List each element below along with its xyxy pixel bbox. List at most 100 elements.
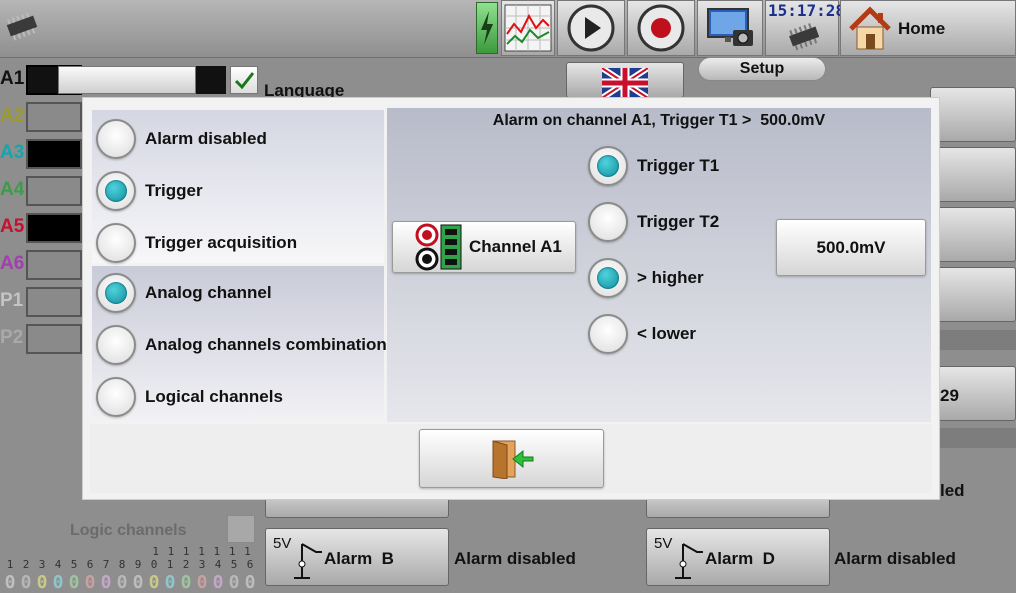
play-button[interactable] — [557, 0, 625, 56]
bg-status-text: led — [940, 481, 965, 500]
home-label: Home — [898, 19, 946, 38]
bg-side-button[interactable] — [930, 87, 1016, 142]
option-label: Trigger T1 — [637, 156, 720, 175]
device-chip-icon — [789, 23, 820, 51]
alarm-source-section: Analog channel Analog channels combinati… — [92, 266, 387, 423]
option-trigger-t1[interactable]: Trigger T1 — [588, 138, 719, 194]
threshold-value-button[interactable]: 500.0mV — [776, 219, 926, 276]
option-label: Trigger acquisition — [145, 233, 298, 252]
logic-channels-label: Logic channels — [70, 522, 187, 539]
option-label: Trigger — [145, 181, 203, 200]
exit-button[interactable] — [419, 429, 604, 488]
alarm-d-button[interactable]: 5V Alarm D — [646, 528, 830, 586]
channel-name: A1 — [0, 68, 25, 89]
home-button[interactable]: Home — [840, 0, 1016, 56]
channel-box — [26, 287, 82, 317]
clock-panel: 15:17:28 — [765, 0, 846, 56]
option-trigger-acquisition[interactable]: Trigger acquisition — [96, 217, 384, 269]
channel-box — [26, 139, 82, 169]
channel-connector-icon — [415, 223, 462, 271]
option-label: Logical channels — [145, 387, 283, 406]
alarm-b-button[interactable]: 5V Alarm B — [265, 528, 449, 586]
alarm-mode-section: Alarm disabled Trigger Trigger acquisiti… — [92, 110, 384, 263]
radio-button-selected[interactable] — [96, 171, 136, 211]
record-button[interactable] — [627, 0, 695, 56]
channel-A2[interactable]: A2 — [0, 101, 82, 133]
channel-A6[interactable]: A6 — [0, 249, 82, 281]
radio-button[interactable] — [96, 223, 136, 263]
channel-A3[interactable]: A3 — [0, 138, 82, 170]
option-label: Trigger T2 — [637, 212, 720, 231]
option-trigger[interactable]: Trigger — [96, 165, 384, 217]
radio-button[interactable] — [96, 325, 136, 365]
bg-side-button[interactable] — [930, 267, 1016, 322]
play-icon — [567, 4, 615, 52]
channel-name: A5 — [0, 216, 25, 237]
channel-A4[interactable]: A4 — [0, 175, 82, 207]
uk-flag-icon — [602, 68, 648, 98]
option-analog-channel[interactable]: Analog channel — [96, 267, 384, 319]
home-icon — [849, 6, 891, 50]
option-label: > higher — [637, 268, 704, 287]
language-checkbox[interactable] — [230, 66, 258, 94]
trigger-options: Trigger T1 Trigger T2 > higher < lower — [588, 138, 719, 362]
bg-side-button[interactable] — [930, 207, 1016, 262]
radio-button[interactable] — [588, 314, 628, 354]
record-icon — [637, 4, 685, 52]
setup-tab[interactable]: Setup — [698, 57, 826, 81]
channel-name: P2 — [0, 327, 24, 348]
channel-name: A2 — [0, 105, 25, 126]
radio-button-selected[interactable] — [588, 258, 628, 298]
channel-select-button[interactable]: Channel A1 — [392, 221, 576, 273]
radio-button[interactable] — [588, 202, 628, 242]
bg-side-button[interactable] — [930, 147, 1016, 202]
option-alarm-disabled[interactable]: Alarm disabled — [96, 113, 384, 165]
option-label: Analog channels combination — [145, 335, 387, 354]
channel-box — [26, 213, 82, 243]
option-label: Analog channel — [145, 283, 272, 302]
radio-button[interactable] — [96, 119, 136, 159]
screenshot-button[interactable] — [697, 0, 763, 56]
bg-value-text: 29 — [940, 386, 959, 405]
option-higher[interactable]: > higher — [588, 250, 719, 306]
radio-button-selected[interactable] — [588, 146, 628, 186]
logic-channels-toggle[interactable] — [227, 515, 255, 543]
dialog-title: Alarm on channel A1, Trigger T1 > 500.0m… — [492, 112, 826, 129]
option-lower[interactable]: < lower — [588, 306, 719, 362]
alarm-b-label: Alarm B — [324, 549, 394, 568]
alarm-d-label: Alarm D — [705, 549, 775, 568]
threshold-value: 500.0mV — [816, 237, 886, 257]
option-label: < lower — [637, 324, 697, 343]
chart-view-button[interactable] — [501, 0, 555, 56]
radio-button-selected[interactable] — [96, 273, 136, 313]
power-charging-icon[interactable] — [476, 2, 498, 54]
option-trigger-t2[interactable]: Trigger T2 — [588, 194, 719, 250]
logic-digits-top: 1111111 — [152, 545, 251, 558]
channel-button-label: Channel A1 — [469, 237, 562, 256]
radio-button[interactable] — [96, 377, 136, 417]
option-label: Alarm disabled — [145, 129, 267, 148]
channel-P1[interactable]: P1 — [0, 286, 82, 318]
channel-name: P1 — [0, 290, 24, 311]
option-logical-channels[interactable]: Logical channels — [96, 371, 384, 423]
bg-side-strip — [930, 330, 1016, 350]
clock-time: 15:17:28 — [768, 1, 846, 20]
channel-box — [26, 250, 82, 280]
channel-name: A3 — [0, 142, 25, 163]
check-icon — [234, 72, 255, 90]
exit-door-icon — [492, 439, 533, 479]
channel-A1-bar — [58, 66, 196, 94]
language-flag-button[interactable] — [566, 62, 684, 98]
channel-P2[interactable]: P2 — [0, 323, 82, 355]
alarm-d-status: Alarm disabled — [834, 549, 956, 568]
channel-name: A4 — [0, 179, 25, 200]
channel-name: A6 — [0, 253, 25, 274]
channel-A5[interactable]: A5 — [0, 212, 82, 244]
option-analog-combination[interactable]: Analog channels combination — [96, 319, 387, 371]
logic-digits-mid: 1234567890123456 — [6, 558, 254, 571]
alarm-voltage: 5V — [273, 535, 292, 552]
chart-icon — [504, 4, 552, 52]
alarm-b-status: Alarm disabled — [454, 549, 576, 568]
device-chip-icon[interactable] — [0, 4, 44, 48]
logic-values: 0000000000000000 — [4, 572, 256, 593]
